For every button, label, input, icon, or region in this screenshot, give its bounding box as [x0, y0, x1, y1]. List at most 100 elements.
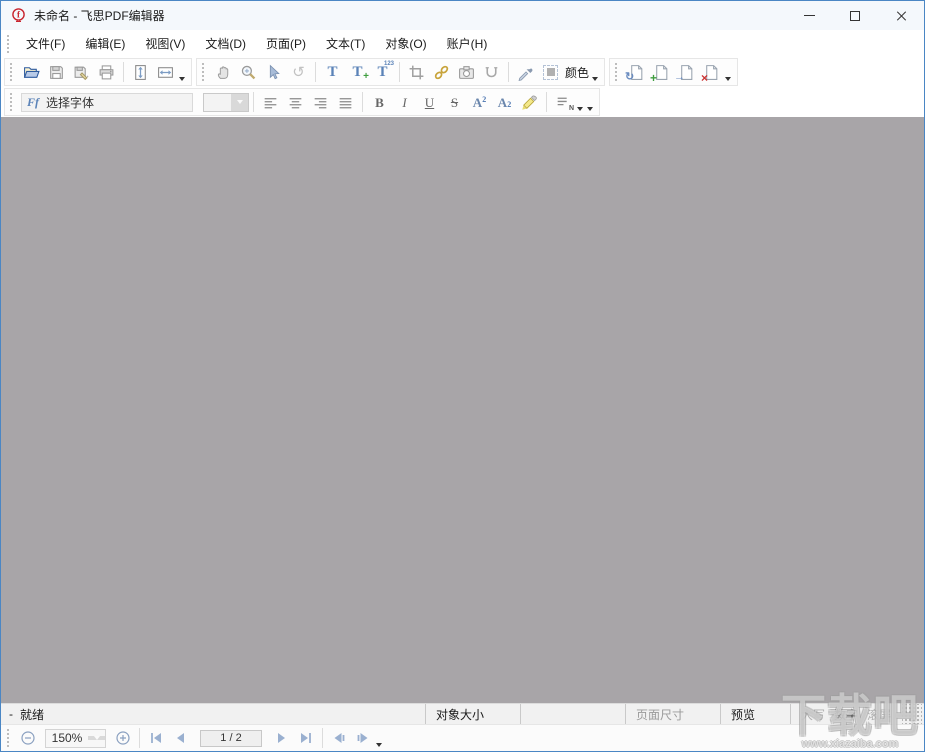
eyedropper-button[interactable] [513, 60, 538, 84]
file-toolbar-grip[interactable] [10, 63, 15, 81]
file-toolbar-options-button[interactable] [179, 77, 185, 81]
color-picker-button[interactable] [538, 60, 563, 84]
titlebar: f 未命名 - 飞思PDF编辑器 [1, 1, 924, 30]
menubar-grip[interactable] [7, 35, 12, 53]
page-toolbar-grip[interactable] [615, 63, 620, 81]
font-size-value [204, 94, 231, 111]
font-family-combo[interactable]: Ff 选择字体 [21, 93, 193, 112]
strikethrough-icon: S [451, 96, 458, 109]
zoom-in-icon [115, 730, 131, 746]
select-tool-button[interactable] [261, 60, 286, 84]
open-button[interactable] [19, 60, 44, 84]
zoom-in-button[interactable] [111, 727, 135, 749]
font-size-combo[interactable] [203, 93, 249, 112]
italic-button[interactable]: I [392, 90, 417, 114]
align-right-button[interactable] [308, 90, 333, 114]
dropdown-arrow-icon [725, 77, 731, 81]
next-page-button[interactable] [270, 727, 294, 749]
tools-toolbar-grip[interactable] [202, 63, 207, 81]
fit-width-button[interactable] [153, 60, 178, 84]
zoom-tool-button[interactable] [236, 60, 261, 84]
camera-icon [458, 64, 475, 81]
format-toolbar-grip[interactable] [10, 93, 15, 111]
bold-button[interactable]: B [367, 90, 392, 114]
extract-page-button[interactable]: → [674, 60, 699, 84]
link-tool-button[interactable] [429, 60, 454, 84]
menu-file[interactable]: 文件(F) [16, 31, 75, 56]
minimize-icon [804, 15, 815, 16]
chevron-down-icon [237, 100, 243, 104]
zoom-out-button[interactable] [16, 727, 40, 749]
underline-button[interactable]: U [417, 90, 442, 114]
first-page-icon [148, 730, 164, 746]
superscript-button[interactable]: A2 [467, 90, 492, 114]
format-toolbar-options-button[interactable] [587, 107, 593, 111]
align-justify-icon [337, 94, 354, 111]
insert-page-button[interactable]: + [649, 60, 674, 84]
minimize-button[interactable] [786, 1, 832, 30]
highlight-button[interactable] [517, 90, 542, 114]
delete-page-button[interactable]: × [699, 60, 724, 84]
curve-icon [483, 64, 500, 81]
close-button[interactable] [878, 1, 924, 30]
next-view-button[interactable] [351, 727, 375, 749]
numbering-text-button[interactable]: T 123 [370, 60, 395, 84]
page-toolbar-options-button[interactable] [725, 77, 731, 81]
toolbar-separator [322, 728, 323, 748]
subscript-button[interactable]: A2 [492, 90, 517, 114]
first-page-button[interactable] [144, 727, 168, 749]
align-justify-button[interactable] [333, 90, 358, 114]
menu-object[interactable]: 对象(O) [375, 31, 436, 56]
rotate-tool-button[interactable]: ↺ [286, 60, 311, 84]
menu-page[interactable]: 页面(P) [256, 31, 316, 56]
line-spacing-dropdown-button[interactable] [577, 107, 583, 111]
last-page-icon [298, 730, 314, 746]
text-tool-button[interactable]: T [320, 60, 345, 84]
strikethrough-button[interactable]: S [442, 90, 467, 114]
save-as-button[interactable] [69, 60, 94, 84]
app-logo-icon: f [10, 7, 27, 24]
status-lock-indicators: 大写 数字 滚屏 [790, 704, 902, 724]
menu-edit[interactable]: 编辑(E) [75, 31, 135, 56]
save-as-icon [73, 64, 90, 81]
line-spacing-button[interactable]: N [551, 90, 576, 114]
statusbar: - 就绪 对象大小 页面尺寸 预览 大写 数字 滚屏 [1, 703, 924, 724]
crop-tool-button[interactable] [404, 60, 429, 84]
menu-text[interactable]: 文本(T) [316, 31, 375, 56]
snapshot-button[interactable] [454, 60, 479, 84]
menu-view[interactable]: 视图(V) [135, 31, 195, 56]
menu-document[interactable]: 文档(D) [195, 31, 256, 56]
hand-tool-button[interactable] [211, 60, 236, 84]
menu-account[interactable]: 账户(H) [437, 31, 498, 56]
align-center-button[interactable] [283, 90, 308, 114]
print-button[interactable] [94, 60, 119, 84]
dropdown-arrow-icon [376, 743, 382, 747]
color-options-button[interactable] [592, 77, 598, 81]
curve-tool-button[interactable] [479, 60, 504, 84]
toolbar-separator [315, 62, 316, 82]
hand-icon [215, 64, 232, 81]
previous-view-button[interactable] [327, 727, 351, 749]
status-preview[interactable]: 预览 [720, 704, 790, 724]
navbar-grip[interactable] [7, 729, 12, 747]
maximize-icon [850, 11, 860, 21]
fit-height-button[interactable] [128, 60, 153, 84]
add-badge-icon: + [650, 72, 657, 84]
toolbar-separator [123, 62, 124, 82]
align-left-button[interactable] [258, 90, 283, 114]
save-button[interactable] [44, 60, 69, 84]
font-size-dropdown-button[interactable] [231, 94, 248, 111]
dropdown-arrow-icon [577, 107, 583, 111]
document-canvas[interactable] [1, 117, 924, 703]
previous-page-button[interactable] [168, 727, 192, 749]
last-page-button[interactable] [294, 727, 318, 749]
window-controls [786, 1, 924, 30]
maximize-button[interactable] [832, 1, 878, 30]
replace-page-button[interactable]: ↻ [624, 60, 649, 84]
page-indicator-field[interactable]: 1 / 2 [200, 730, 262, 747]
navbar-options-button[interactable] [376, 743, 382, 747]
zoom-level-dropdown-button[interactable] [88, 736, 105, 740]
zoom-level-combo[interactable]: 150% [45, 729, 106, 748]
resize-grip[interactable] [902, 704, 922, 724]
add-text-button[interactable]: T + [345, 60, 370, 84]
